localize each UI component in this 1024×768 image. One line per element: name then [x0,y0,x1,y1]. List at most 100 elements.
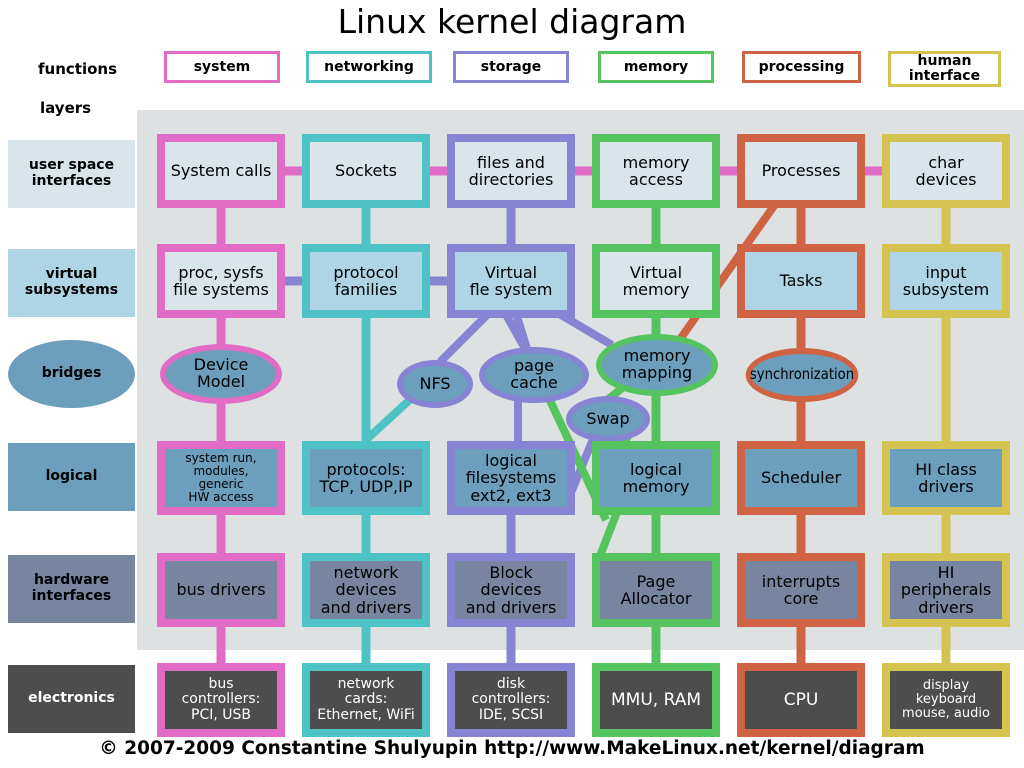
node-display-keyboard-mouse-audio[interactable]: display keyboard mouse, audio [882,663,1010,737]
node-label: interrupts core [745,561,857,619]
diagram-canvas: Linux kernel diagram functions layers sy… [0,0,1024,768]
node-label: proc, sysfs file systems [165,252,277,310]
node-label: Tasks [745,252,857,310]
row-header-functions: functions [38,60,117,78]
node-system-run-modules[interactable]: system run, modules, generic HW access [157,441,285,515]
node-system-calls[interactable]: System calls [157,134,285,208]
node-label: HI class drivers [890,449,1002,507]
function-chip-label: networking [324,58,414,75]
node-label: network devices and drivers [310,561,422,619]
node-input-subsystem[interactable]: input subsystem [882,244,1010,318]
layer-label-virtual-subsystems: virtual subsystems [8,249,135,317]
node-protocols-tcp-udp-ip[interactable]: protocols: TCP, UDP,IP [302,441,430,515]
node-memory-access[interactable]: memory access [592,134,720,208]
node-label: logical filesystems ext2, ext3 [455,449,567,507]
node-disk-controllers[interactable]: disk controllers: IDE, SCSI [447,663,575,737]
bridge-label: Device Model [193,355,249,391]
layer-label-user-space: user space interfaces [8,140,135,208]
bridge-label: synchronization [749,365,855,384]
node-label: Virtual memory [600,252,712,310]
node-label: disk controllers: IDE, SCSI [455,671,567,729]
node-label: HI peripherals drivers [890,561,1002,619]
node-label: protocol families [310,252,422,310]
node-virtual-file-system[interactable]: Virtual fle system [447,244,575,318]
node-cpu[interactable]: CPU [737,663,865,737]
node-label: memory access [600,142,712,200]
function-chip-label: human interface [908,53,981,84]
layer-label-bridges: bridges [8,340,135,408]
node-hi-peripherals-drivers[interactable]: HI peripherals drivers [882,553,1010,627]
node-sockets[interactable]: Sockets [302,134,430,208]
node-label: display keyboard mouse, audio [890,671,1002,729]
bridge-swap[interactable]: Swap [566,396,650,442]
layer-label-text: virtual subsystems [24,266,119,298]
node-proc-sysfs-file-systems[interactable]: proc, sysfs file systems [157,244,285,318]
node-label: protocols: TCP, UDP,IP [310,449,422,507]
function-chip-label: processing [758,58,845,75]
function-chip-label: storage [480,58,542,75]
bridge-label: memory mapping [621,346,693,382]
node-logical-memory[interactable]: logical memory [592,441,720,515]
page-title: Linux kernel diagram [337,2,687,41]
layer-label-text: electronics [28,690,115,707]
node-bus-controllers[interactable]: bus controllers: PCI, USB [157,663,285,737]
node-label: files and directories [455,142,567,200]
function-chip-networking[interactable]: networking [306,51,432,83]
copyright-footer: © 2007-2009 Constantine Shulyupin http:/… [99,738,925,759]
node-block-devices-and-drivers[interactable]: Block devices and drivers [447,553,575,627]
node-char-devices[interactable]: char devices [882,134,1010,208]
node-label: char devices [890,142,1002,200]
node-interrupts-core[interactable]: interrupts core [737,553,865,627]
node-bus-drivers[interactable]: bus drivers [157,553,285,627]
node-label: System calls [165,142,277,200]
node-label: input subsystem [890,252,1002,310]
node-scheduler[interactable]: Scheduler [737,441,865,515]
node-label: Virtual fle system [455,252,567,310]
node-label: Block devices and drivers [455,561,567,619]
node-label: Sockets [310,142,422,200]
layer-label-text: user space interfaces [28,157,115,189]
node-mmu-ram[interactable]: MMU, RAM [592,663,720,737]
node-label: Processes [745,142,857,200]
layer-label-hardware-interfaces: hardware interfaces [8,555,135,623]
function-chip-processing[interactable]: processing [742,51,861,83]
bridge-nfs[interactable]: NFS [397,360,473,408]
node-network-devices-and-drivers[interactable]: network devices and drivers [302,553,430,627]
node-protocol-families[interactable]: protocol families [302,244,430,318]
node-virtual-memory[interactable]: Virtual memory [592,244,720,318]
layer-label-text: hardware interfaces [31,572,112,604]
node-label: logical memory [600,449,712,507]
node-label: bus controllers: PCI, USB [165,671,277,729]
function-chip-label: memory [623,58,689,75]
function-chip-system[interactable]: system [164,51,280,83]
function-chip-label: system [193,58,251,75]
bridge-device-model[interactable]: Device Model [160,344,282,404]
node-files-and-directories[interactable]: files and directories [447,134,575,208]
layer-label-text: logical [45,468,98,485]
node-tasks[interactable]: Tasks [737,244,865,318]
node-label: Scheduler [745,449,857,507]
function-chip-human-interface[interactable]: human interface [888,51,1001,87]
function-chip-memory[interactable]: memory [598,51,714,83]
node-processes[interactable]: Processes [737,134,865,208]
bridge-label: Swap [586,408,630,428]
function-chip-storage[interactable]: storage [453,51,569,83]
node-label: bus drivers [165,561,277,619]
node-label: MMU, RAM [600,671,712,729]
bridge-label: page cache [510,356,558,392]
layer-label-electronics: electronics [8,665,135,733]
node-network-cards[interactable]: network cards: Ethernet, WiFi [302,663,430,737]
node-logical-filesystems[interactable]: logical filesystems ext2, ext3 [447,441,575,515]
node-hi-class-drivers[interactable]: HI class drivers [882,441,1010,515]
node-label: CPU [745,671,857,729]
node-label: network cards: Ethernet, WiFi [310,671,422,729]
node-page-allocator[interactable]: Page Allocator [592,553,720,627]
node-label: system run, modules, generic HW access [165,449,277,507]
layer-label-text: bridges [41,365,102,382]
node-label: Page Allocator [600,561,712,619]
bridge-synchronization[interactable]: synchronization [745,348,859,402]
bridge-page-cache[interactable]: page cache [479,347,589,403]
row-header-layers: layers [40,99,92,117]
bridge-label: NFS [419,373,451,393]
bridge-memory-mapping[interactable]: memory mapping [596,334,718,396]
